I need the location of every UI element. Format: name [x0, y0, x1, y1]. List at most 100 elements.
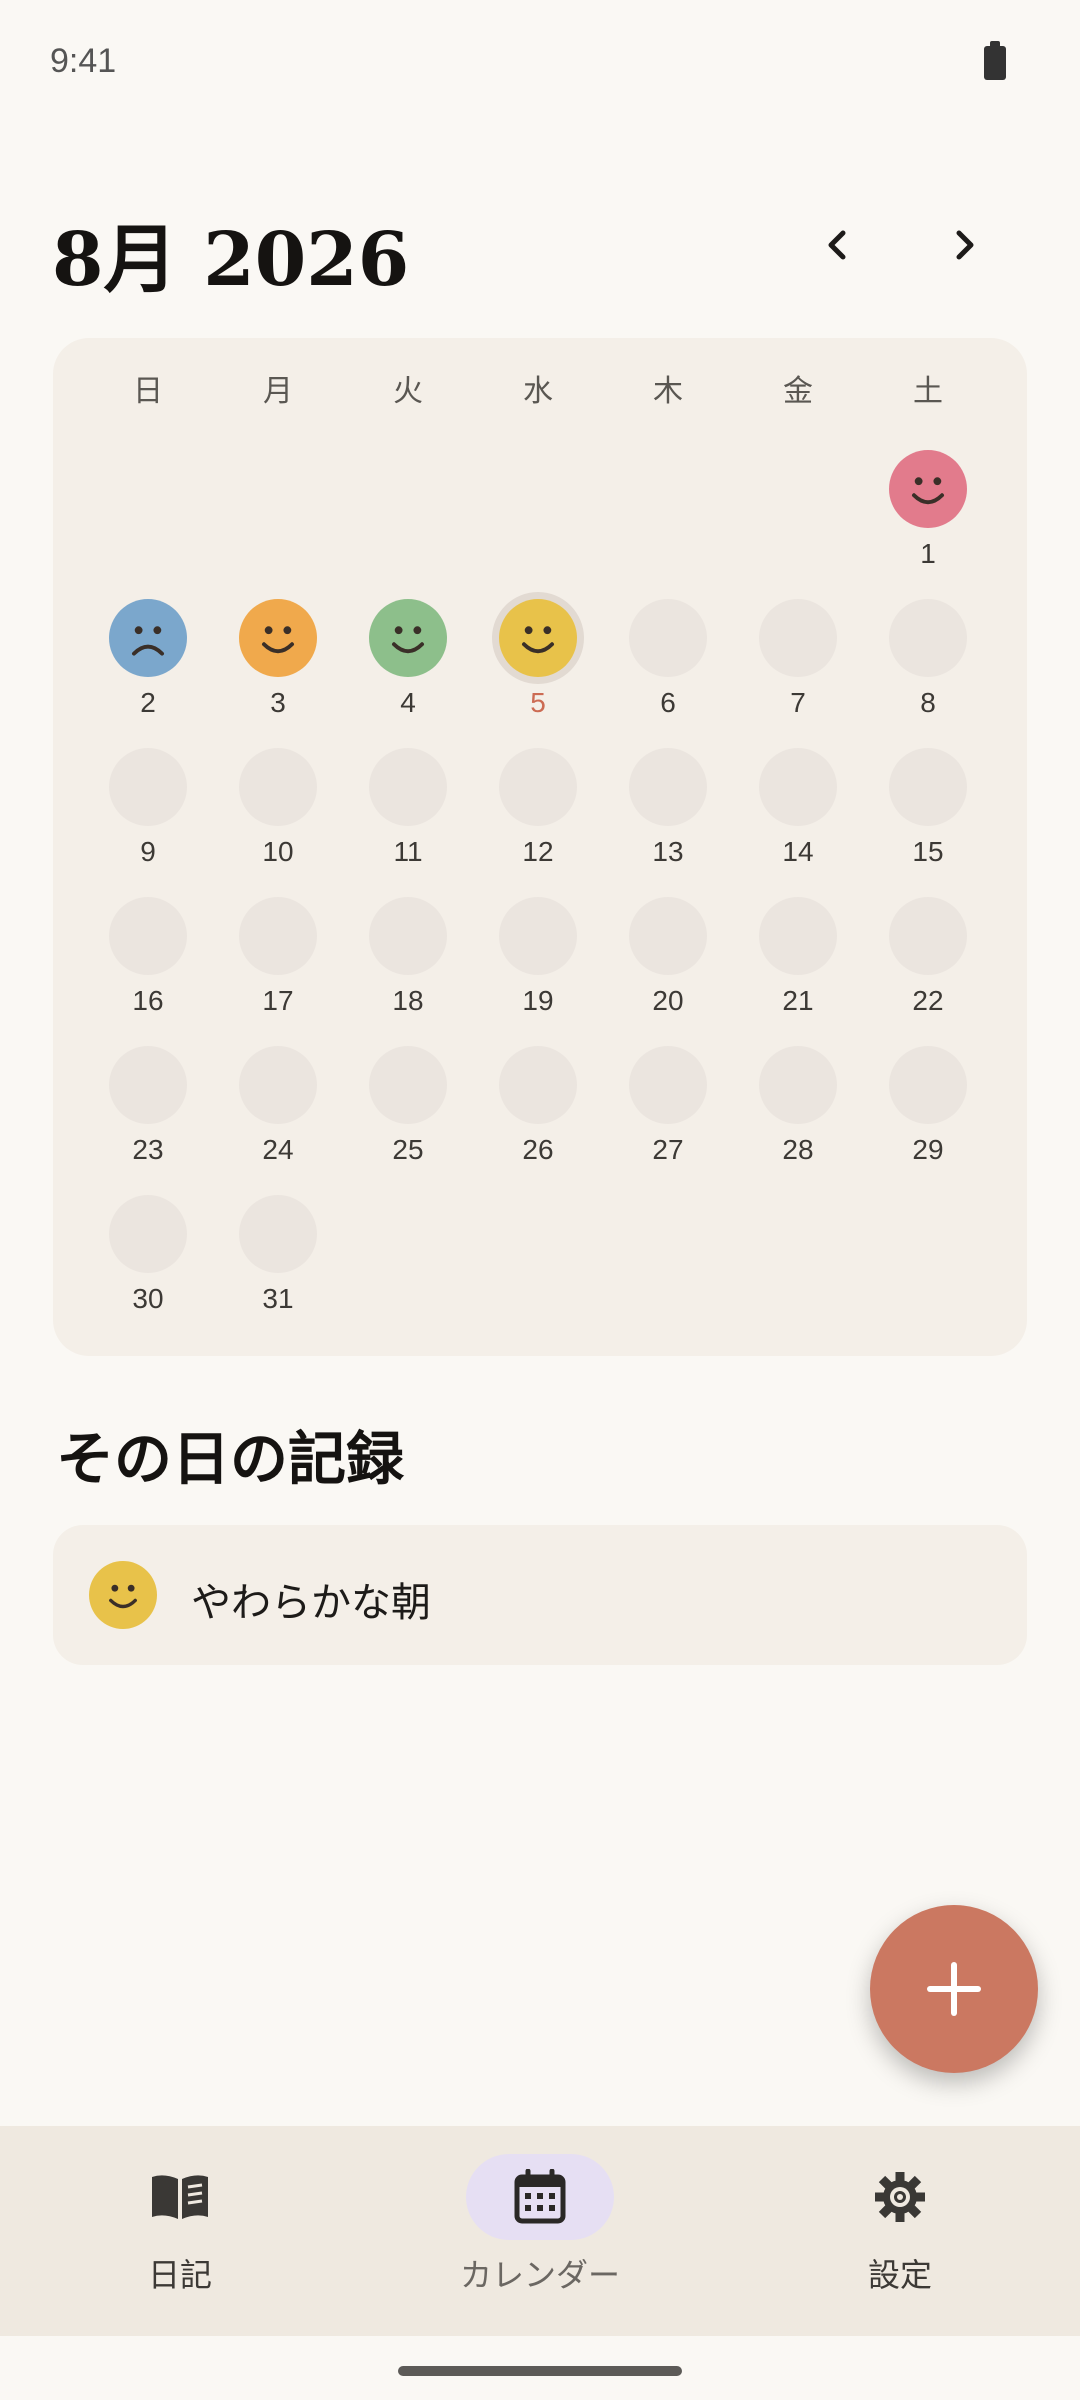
calendar-day[interactable]: 1: [863, 438, 993, 578]
empty-mood-circle: [369, 1046, 447, 1124]
calendar-day[interactable]: 7: [733, 587, 863, 727]
empty-mood-circle: [759, 599, 837, 677]
calendar-day[interactable]: 10: [213, 736, 343, 876]
chevron-left-icon: [828, 230, 846, 260]
calendar-day[interactable]: 11: [343, 736, 473, 876]
calendar-day[interactable]: 21: [733, 885, 863, 1025]
weekday-header: 金: [783, 374, 813, 409]
calendar-day[interactable]: 20: [603, 885, 733, 1025]
weekday-header: 日: [133, 374, 163, 409]
calendar-day[interactable]: 28: [733, 1034, 863, 1174]
empty-mood-circle: [499, 748, 577, 826]
nav-item-calendar[interactable]: カレンダー: [360, 2126, 720, 2336]
calendar-day[interactable]: 2: [83, 587, 213, 727]
nav-icon-wrap: [826, 2154, 974, 2240]
day-number: 27: [652, 1134, 684, 1165]
calendar-day[interactable]: 16: [83, 885, 213, 1025]
empty-mood-circle: [629, 1046, 707, 1124]
day-number: 26: [522, 1134, 554, 1165]
mood-happy-icon: [499, 599, 577, 677]
day-number: 25: [392, 1134, 424, 1165]
weekday-header: 土: [913, 374, 943, 409]
calendar-day[interactable]: 24: [213, 1034, 343, 1174]
status-time: 9:41: [50, 42, 117, 80]
calendar-day[interactable]: 29: [863, 1034, 993, 1174]
mood-happy-icon: [89, 1561, 157, 1629]
calendar-day[interactable]: 26: [473, 1034, 603, 1174]
entry-title: やわらかな朝: [191, 1580, 431, 1626]
calendar-day[interactable]: 13: [603, 736, 733, 876]
calendar-day[interactable]: 17: [213, 885, 343, 1025]
empty-mood-circle: [759, 1046, 837, 1124]
day-number: 29: [912, 1134, 944, 1165]
empty-mood-circle: [889, 599, 967, 677]
book-icon: [152, 2175, 208, 2219]
day-number: 22: [912, 985, 944, 1016]
empty-mood-circle: [369, 748, 447, 826]
day-number: 10: [262, 836, 294, 867]
calendar-day[interactable]: 8: [863, 587, 993, 727]
chevron-right-icon: [956, 230, 974, 260]
day-number: 8: [920, 687, 936, 718]
calendar-day[interactable]: 9: [83, 736, 213, 876]
day-number: 15: [912, 836, 944, 867]
calendar-day[interactable]: 6: [603, 587, 733, 727]
mood-happy-icon: [369, 599, 447, 677]
day-number: 21: [782, 985, 814, 1016]
empty-mood-circle: [889, 897, 967, 975]
empty-mood-circle: [109, 748, 187, 826]
mood-happy-icon: [239, 599, 317, 677]
calendar-day[interactable]: 3: [213, 587, 343, 727]
next-month-button[interactable]: [924, 205, 1004, 285]
day-number: 31: [262, 1283, 294, 1314]
calendar-day[interactable]: 18: [343, 885, 473, 1025]
empty-mood-circle: [889, 748, 967, 826]
day-number: 12: [522, 836, 554, 867]
calendar-day[interactable]: 27: [603, 1034, 733, 1174]
nav-icon-wrap-active: [466, 2154, 614, 2240]
empty-mood-circle: [239, 1195, 317, 1273]
mood-happy-icon: [889, 450, 967, 528]
day-number: 14: [782, 836, 814, 867]
entry-card[interactable]: やわらかな朝: [53, 1525, 1027, 1665]
empty-mood-circle: [499, 1046, 577, 1124]
day-number: 11: [393, 836, 423, 867]
day-number: 19: [522, 985, 554, 1016]
calendar-day[interactable]: 31: [213, 1183, 343, 1323]
section-title: その日の記録: [56, 1425, 405, 1493]
gear-icon: [875, 2172, 925, 2222]
day-number: 3: [270, 687, 286, 718]
day-number: 16: [132, 985, 164, 1016]
nav-item-diary[interactable]: 日記: [0, 2126, 360, 2336]
calendar-day[interactable]: 12: [473, 736, 603, 876]
day-number: 13: [652, 836, 684, 867]
day-number: 23: [132, 1134, 164, 1165]
day-number: 6: [660, 687, 676, 718]
day-number: 9: [140, 836, 156, 867]
nav-icon-wrap: [106, 2154, 254, 2240]
empty-mood-circle: [759, 748, 837, 826]
calendar-day[interactable]: 4: [343, 587, 473, 727]
empty-mood-circle: [369, 897, 447, 975]
calendar-day[interactable]: 22: [863, 885, 993, 1025]
calendar-day[interactable]: 23: [83, 1034, 213, 1174]
nav-item-settings[interactable]: 設定: [720, 2126, 1080, 2336]
calendar-day[interactable]: 19: [473, 885, 603, 1025]
calendar-day[interactable]: 30: [83, 1183, 213, 1323]
calendar-day[interactable]: 15: [863, 736, 993, 876]
calendar-grid: 日月火水木金土 1 2 3 4 5 6 7 8 9 10 11 12 13 14 15 16 17 18 19 20 21…: [53, 338, 1027, 1356]
calendar-day[interactable]: 5: [473, 587, 603, 727]
bottom-navigation: 日記 カレンダー 設定: [0, 2126, 1080, 2336]
month-title: 8月 2026: [52, 217, 410, 303]
day-number: 1: [920, 538, 936, 569]
empty-mood-circle: [629, 748, 707, 826]
calendar-day[interactable]: 14: [733, 736, 863, 876]
previous-month-button[interactable]: [798, 205, 878, 285]
nav-label-settings: 設定: [867, 2256, 932, 2294]
weekday-header: 水: [523, 374, 553, 409]
empty-mood-circle: [759, 897, 837, 975]
home-indicator[interactable]: [398, 2366, 682, 2376]
empty-mood-circle: [239, 1046, 317, 1124]
calendar-day[interactable]: 25: [343, 1034, 473, 1174]
add-entry-button[interactable]: [870, 1905, 1038, 2073]
